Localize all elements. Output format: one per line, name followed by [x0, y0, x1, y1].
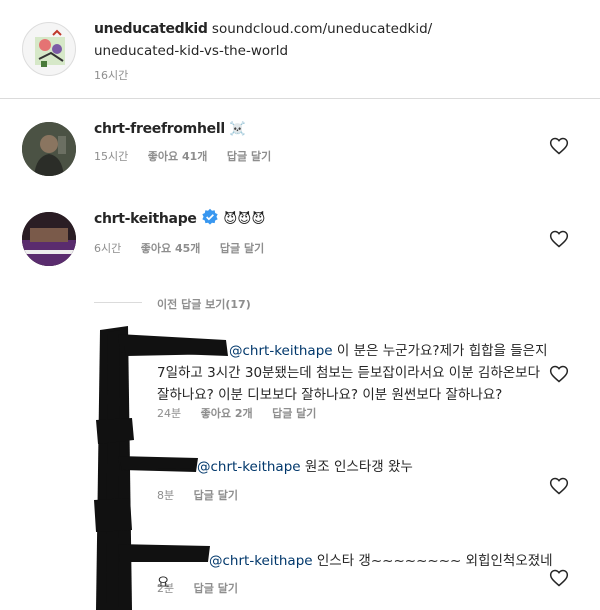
redaction-marks — [94, 326, 228, 610]
redaction-scribble — [94, 326, 228, 610]
